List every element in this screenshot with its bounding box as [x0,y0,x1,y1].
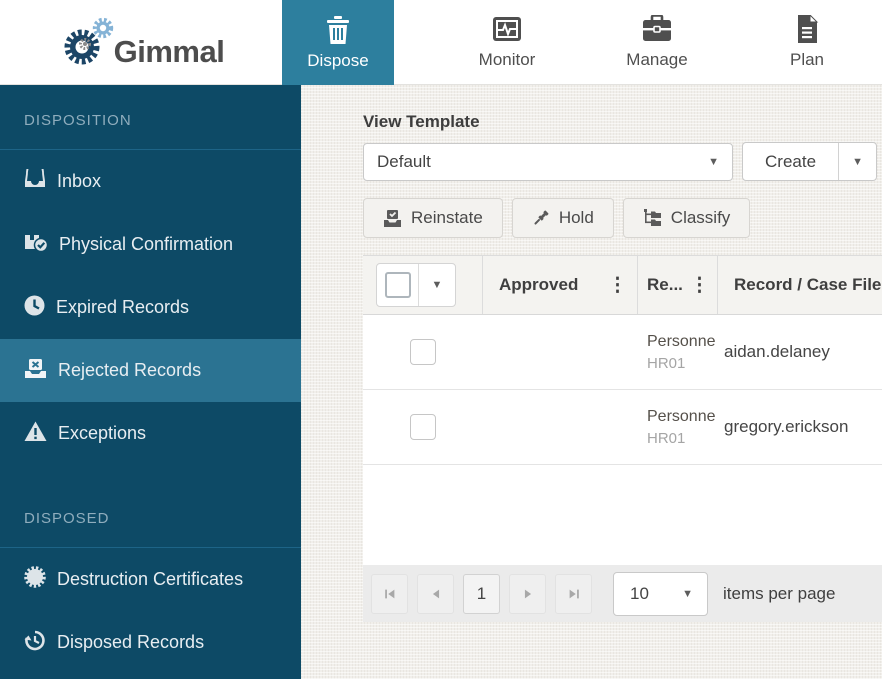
next-page-button[interactable] [509,574,546,614]
gimmal-app: Gimmal Dispose [0,0,882,679]
last-page-button[interactable] [555,574,592,614]
history-icon [24,630,46,656]
inbox-x-icon [24,358,47,384]
sidebar-item-label: Exceptions [58,423,146,444]
box-check-icon [24,232,48,257]
nav-tabs: Dispose Monitor [282,0,882,85]
tab-monitor[interactable]: Monitor [432,0,582,85]
page-size-select[interactable]: 10 ▼ [613,572,708,616]
hold-button-label: Hold [559,208,594,228]
sidebar-item-expired-records[interactable]: Expired Records [0,276,301,339]
sidebar-item-inbox[interactable]: Inbox [0,150,301,213]
warning-icon [24,421,47,447]
column-header-record-case-file[interactable]: Record / Case File [718,256,882,314]
record-series-cell: Personne HR01 [638,408,718,447]
table-row[interactable]: Personne HR01 aidan.delaney [363,315,882,390]
template-select-value: Default [377,152,431,172]
chevron-down-icon: ▼ [708,156,719,168]
view-template-label: View Template [363,112,882,132]
reinstate-button-label: Reinstate [411,208,483,228]
header-select-cell: ▼ [363,256,483,314]
tab-label: Plan [790,50,824,70]
tab-label: Monitor [479,50,536,70]
sidebar-item-label: Physical Confirmation [59,234,233,255]
previous-page-icon [429,587,443,601]
brand-name: Gimmal [114,36,225,67]
logo-area: Gimmal [0,0,282,85]
document-icon [795,15,819,43]
sidebar-item-disposed-records[interactable]: Disposed Records [0,611,301,674]
sidebar-item-destruction-certificates[interactable]: Destruction Certificates [0,548,301,611]
sidebar: DISPOSITION Inbox Physical Confirmation [0,85,301,679]
tab-plan[interactable]: Plan [732,0,882,85]
sidebar-item-label: Expired Records [56,297,189,318]
column-header-record-series[interactable]: Re... ⋮ [638,256,718,314]
last-page-icon [567,587,581,601]
hold-button[interactable]: Hold [512,198,614,238]
clock-icon [24,295,45,321]
classify-button[interactable]: Classify [623,198,751,238]
sidebar-item-physical-confirmation[interactable]: Physical Confirmation [0,213,301,276]
create-button-label: Create [765,152,816,172]
first-page-icon [383,587,397,601]
page-size-value: 10 [630,584,649,604]
tab-manage[interactable]: Manage [582,0,732,85]
select-all-checkbox[interactable] [385,272,411,298]
gimmal-logo: Gimmal [58,15,225,71]
create-dropdown-button[interactable]: ▼ [839,143,876,180]
select-menu-button[interactable]: ▼ [418,264,455,306]
select-all-group: ▼ [376,263,456,307]
column-menu-icon[interactable]: ⋮ [606,274,629,297]
top-navigation-bar: Gimmal Dispose [0,0,882,85]
inbox-icon [24,169,46,194]
chevron-down-icon: ▼ [852,156,863,168]
column-header-approved[interactable]: Approved ⋮ [483,256,638,314]
record-name-cell: gregory.erickson [718,417,882,437]
record-name-cell: aidan.delaney [718,342,882,362]
row-checkbox[interactable] [410,339,436,365]
table-row[interactable]: Personne HR01 gregory.erickson [363,390,882,465]
gavel-icon [532,209,550,227]
previous-page-button[interactable] [417,574,454,614]
sidebar-item-label: Inbox [57,171,101,192]
sidebar-section-disposed: DISPOSED [0,465,301,548]
sidebar-section-disposition: DISPOSITION [0,85,301,150]
view-template-row: Default ▼ Create ▼ [363,142,882,181]
inbox-check-icon [383,210,402,227]
pagination-bar: 1 10 ▼ items per page [363,565,882,622]
sidebar-item-rejected-records[interactable]: Rejected Records [0,339,301,402]
chevron-down-icon: ▼ [432,279,443,291]
next-page-icon [521,587,535,601]
classify-button-label: Classify [671,208,731,228]
tab-dispose[interactable]: Dispose [282,0,394,86]
tab-label: Manage [626,50,687,70]
main-content: View Template Default ▼ Create ▼ [301,85,882,679]
first-page-button[interactable] [371,574,408,614]
action-toolbar: Reinstate Hold [363,198,882,238]
trash-icon [325,16,351,44]
folder-tree-icon [643,209,662,227]
table-header-row: ▼ Approved ⋮ Re... ⋮ Record / Case File [363,255,882,315]
create-button[interactable]: Create [743,143,839,180]
records-table: ▼ Approved ⋮ Re... ⋮ Record / Case File [363,255,882,565]
items-per-page-label: items per page [723,584,835,604]
tab-label: Dispose [307,51,368,71]
chevron-down-icon: ▼ [682,588,693,600]
row-checkbox[interactable] [410,414,436,440]
page-number-button[interactable]: 1 [463,574,500,614]
seal-icon [24,566,46,593]
template-select[interactable]: Default ▼ [363,143,733,181]
monitor-icon [492,15,522,43]
sidebar-item-label: Rejected Records [58,360,201,381]
sidebar-item-label: Destruction Certificates [57,569,243,590]
sidebar-item-label: Disposed Records [57,632,204,653]
record-series-cell: Personne HR01 [638,333,718,372]
column-menu-icon[interactable]: ⋮ [688,274,711,297]
gimmal-gears-icon [58,15,120,71]
table-empty-area [363,465,882,565]
briefcase-icon [642,15,672,43]
create-split-button: Create ▼ [742,142,877,181]
reinstate-button[interactable]: Reinstate [363,198,503,238]
sidebar-item-exceptions[interactable]: Exceptions [0,402,301,465]
